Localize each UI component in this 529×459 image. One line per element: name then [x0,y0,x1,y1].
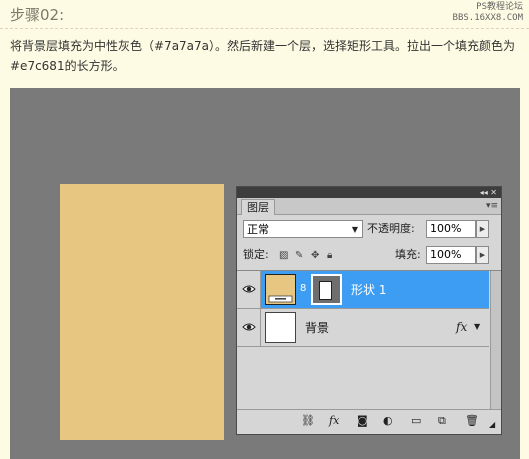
fx-icon[interactable]: fx [456,320,467,334]
panel-tab-row: 图层 ▾≡ [237,198,501,215]
panel-collapse-close-controls[interactable]: ◂◂ ✕ [480,187,497,198]
visibility-toggle[interactable] [237,271,261,308]
visibility-toggle[interactable] [237,309,261,346]
shape-layer-thumbnail [265,274,296,305]
link-icon[interactable]: ⛓ [301,415,315,427]
fill-input[interactable]: 100% [426,246,476,264]
step-description: 将背景层填充为中性灰色（#7a7a7a）。然后新建一个层，选择矩形工具。拉出一个… [10,39,516,73]
chevron-down-icon: ▼ [351,225,358,234]
opacity-label: 不透明度: [367,222,415,235]
opacity-input[interactable]: 100% [426,220,476,238]
layer-name-shape-1[interactable]: 形状 1 [351,271,386,309]
opacity-stepper-button[interactable]: ▶ [476,220,489,238]
expand-effects-icon[interactable]: ▼ [474,322,480,331]
panel-titlebar: ◂◂ ✕ [237,187,501,198]
adjustment-icon[interactable]: ◐ [383,415,393,427]
screenshot-canvas: ◂◂ ✕ 图层 ▾≡ 正常 ▼ 不透明度: 100% ▶ 锁定: ▨ ✎ ✥ 🔒… [10,88,520,459]
lock-move-icon[interactable]: ✥ [311,250,319,261]
lock-label: 锁定: [243,248,269,261]
lock-brush-icon[interactable]: ✎ [295,250,303,261]
blend-opacity-row: 正常 ▼ 不透明度: 100% ▶ [243,220,495,240]
layers-scrollbar[interactable] [490,271,501,410]
layers-list: 8 形状 1 背景 fx ▼ [237,270,501,410]
blend-mode-value: 正常 [247,223,269,236]
resize-grip-icon[interactable]: ◢ [489,419,495,431]
lock-all-icon[interactable]: 🔒︎ [327,250,332,261]
add-style-fx-icon[interactable]: fx [329,415,339,427]
lock-transparency-icon[interactable]: ▨ [279,250,288,261]
shape-layer-badge-icon [268,295,293,303]
panel-menu-icon[interactable]: ▾≡ [486,199,498,213]
layer-row-background[interactable]: 背景 fx ▼ [237,309,489,347]
watermark-line-1: PS教程论坛 [476,2,523,12]
layer-row-shape-1[interactable]: 8 形状 1 [237,271,489,309]
mask-icon[interactable]: ◙ [357,415,368,427]
step-title: 步骤02: [10,6,65,24]
fill-label: 填充: [395,248,421,261]
background-layer-thumbnail [265,312,296,343]
fill-stepper-button[interactable]: ▶ [476,246,489,264]
layers-panel: ◂◂ ✕ 图层 ▾≡ 正常 ▼ 不透明度: 100% ▶ 锁定: ▨ ✎ ✥ 🔒… [236,186,502,435]
vector-mask-shape [319,281,332,300]
panel-bottom-toolbar: ⛓ fx ◙ ◐ ▭ ⧉ 🗑︎ ◢ [237,409,501,434]
beige-rectangle [60,184,224,440]
watermark-line-2: BBS.16XX8.COM [452,13,523,23]
blend-mode-select[interactable]: 正常 ▼ [243,220,363,238]
new-layer-icon[interactable]: ⧉ [438,415,446,427]
lock-fill-row: 锁定: ▨ ✎ ✥ 🔒︎ 填充: 100% ▶ [243,246,495,266]
tab-layers[interactable]: 图层 [241,199,275,215]
vector-mask-thumbnail[interactable] [311,274,342,305]
group-folder-icon[interactable]: ▭ [411,415,421,427]
trash-icon[interactable]: 🗑︎ [465,415,479,427]
step-header: 步骤02: PS教程论坛 BBS.16XX8.COM [0,0,529,29]
eye-icon [242,285,256,293]
site-watermark: PS教程论坛 BBS.16XX8.COM [453,2,523,24]
link-chain-icon[interactable]: 8 [300,283,306,294]
layer-name-background[interactable]: 背景 [305,309,329,347]
eye-icon [242,323,256,331]
